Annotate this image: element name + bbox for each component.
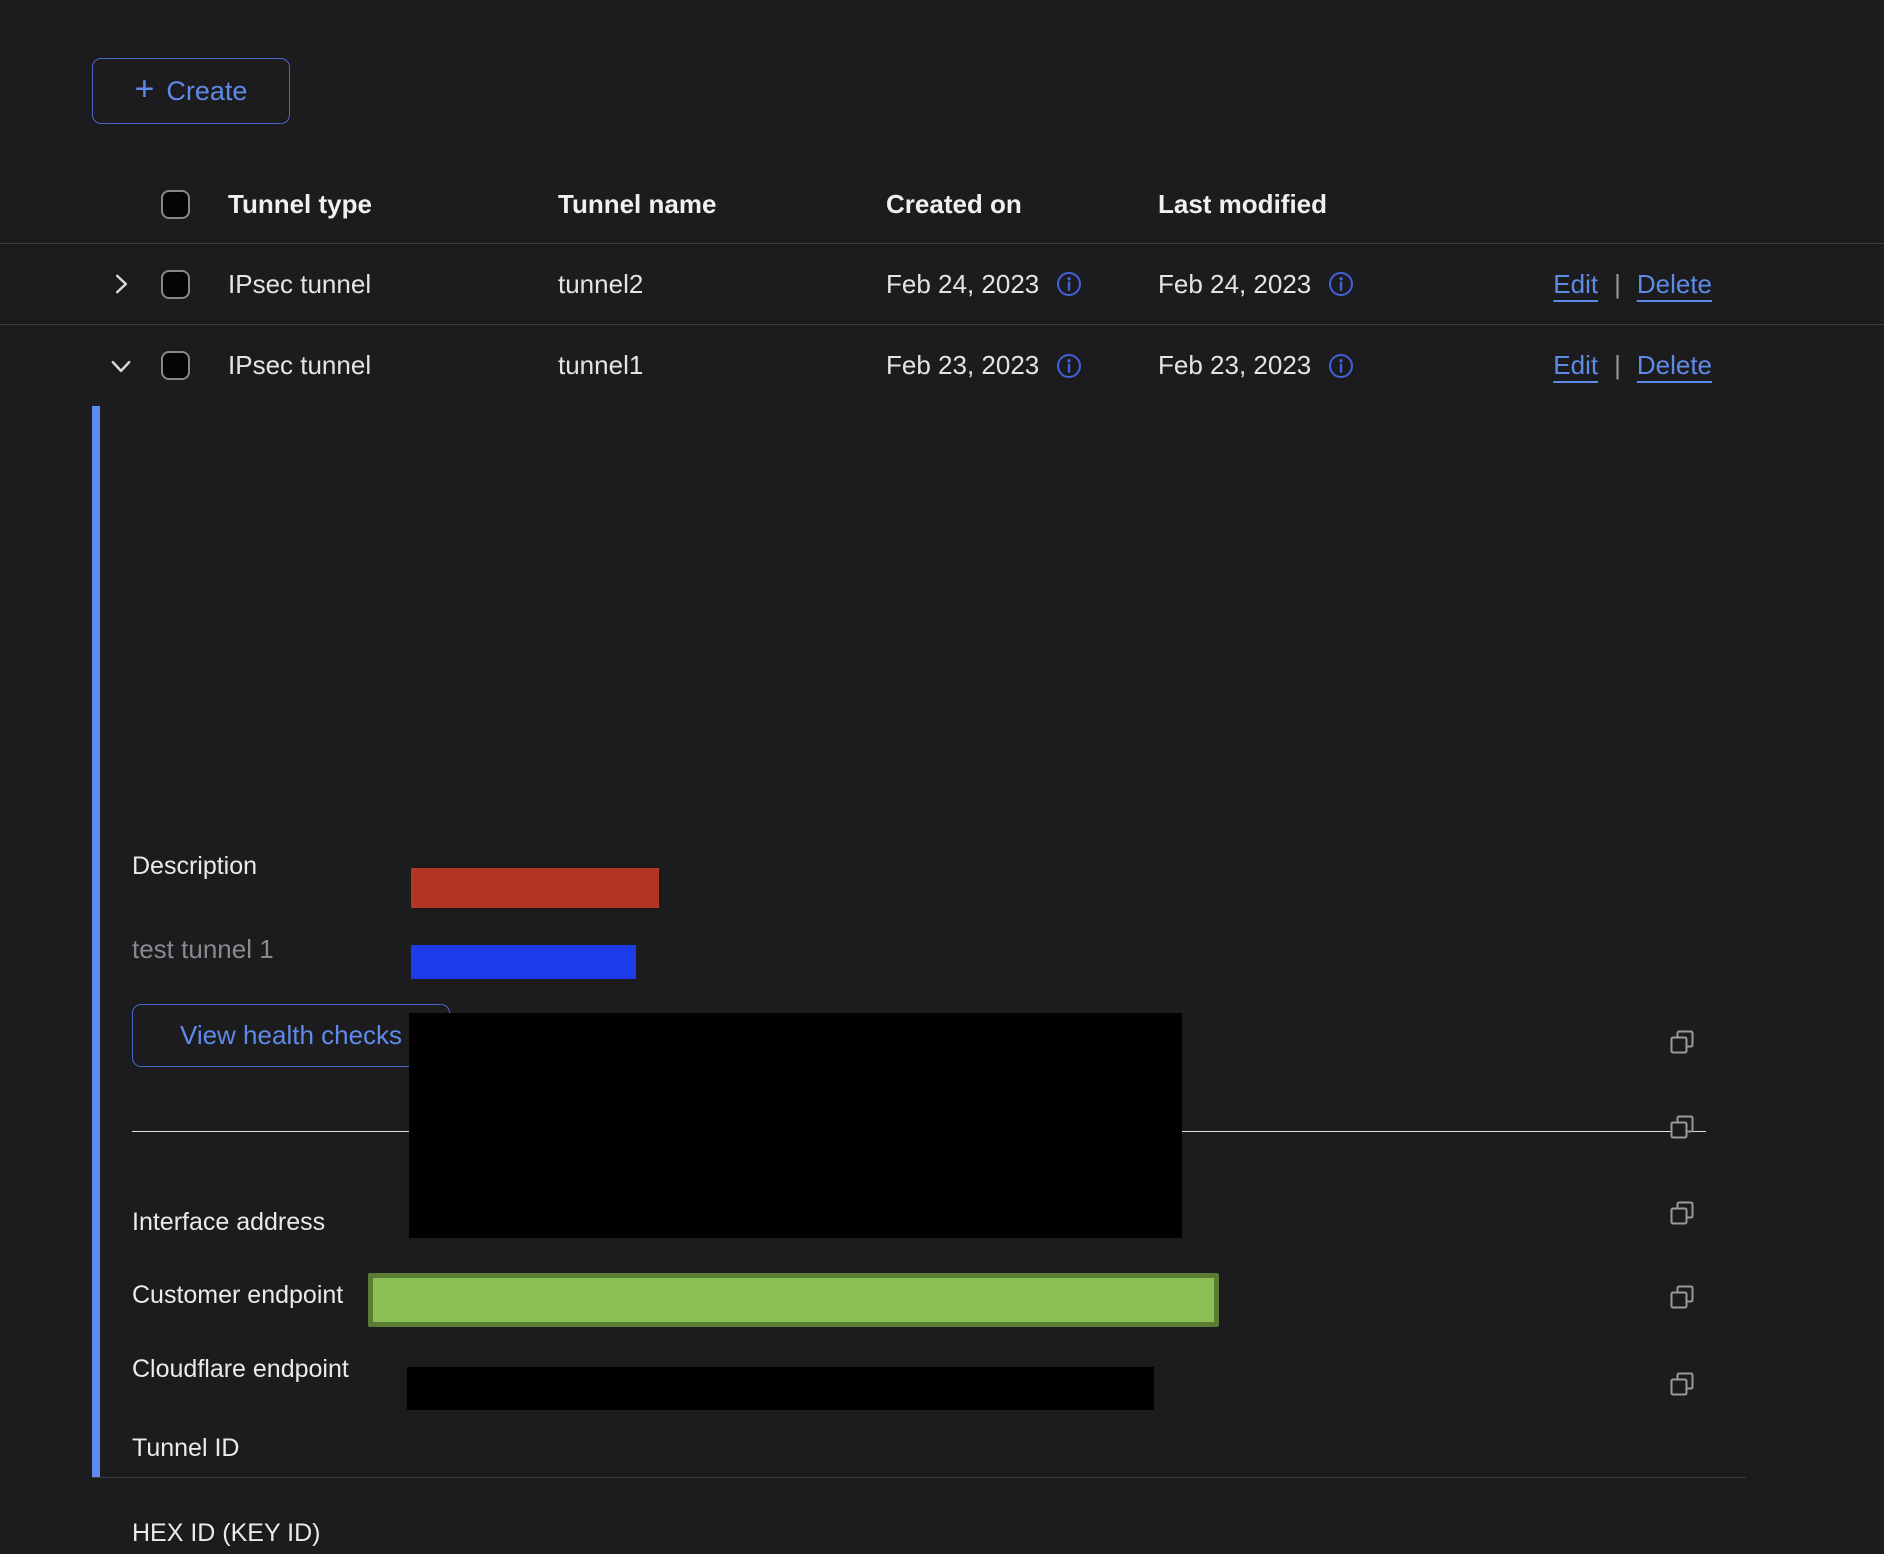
last-modified-cell: Feb 24, 2023 bbox=[1158, 244, 1354, 324]
last-modified-value: Feb 24, 2023 bbox=[1158, 269, 1311, 300]
create-button-label: Create bbox=[166, 76, 247, 107]
cloudflare-endpoint-label: Cloudflare endpoint bbox=[132, 1354, 349, 1384]
chevron-down-icon bbox=[108, 353, 134, 379]
customer-endpoint-label: Customer endpoint bbox=[132, 1280, 343, 1310]
info-icon[interactable] bbox=[1328, 271, 1354, 297]
copy-icon bbox=[1668, 1028, 1696, 1056]
copy-icon bbox=[1668, 1113, 1696, 1141]
select-all-cell bbox=[161, 166, 191, 243]
copy-icon bbox=[1668, 1283, 1696, 1311]
tunnel-id-label: Tunnel ID bbox=[132, 1433, 239, 1463]
row-checkbox-cell bbox=[161, 244, 191, 324]
last-modified-value: Feb 23, 2023 bbox=[1158, 350, 1311, 381]
action-separator: | bbox=[1614, 269, 1621, 300]
column-header-tunnel-type: Tunnel type bbox=[228, 166, 372, 243]
copy-key-id-button[interactable] bbox=[1668, 1199, 1696, 1227]
tunnel-type-cell: IPsec tunnel bbox=[228, 325, 371, 406]
copy-tunnel-id-button[interactable] bbox=[1668, 1028, 1696, 1056]
plus-icon: + bbox=[135, 72, 155, 106]
delete-link[interactable]: Delete bbox=[1637, 350, 1712, 381]
collapse-row-button[interactable] bbox=[104, 325, 138, 406]
ids-redacted-values bbox=[409, 1013, 1182, 1238]
created-on-cell: Feb 24, 2023 bbox=[886, 244, 1082, 324]
tunnels-page: + Create Tunnel type Tunnel name Created… bbox=[0, 0, 1884, 1554]
table-row: IPsec tunnel tunnel2 Feb 24, 2023 Feb 24… bbox=[0, 244, 1884, 325]
column-header-tunnel-name: Tunnel name bbox=[558, 166, 716, 243]
user-id-redacted-value bbox=[407, 1367, 1154, 1410]
row-checkbox[interactable] bbox=[161, 270, 190, 299]
info-icon[interactable] bbox=[1328, 353, 1354, 379]
row-actions: Edit | Delete bbox=[1553, 244, 1712, 324]
hex-id-label: HEX ID (KEY ID) bbox=[132, 1518, 320, 1548]
copy-hex-id-button[interactable] bbox=[1668, 1113, 1696, 1141]
created-on-value: Feb 23, 2023 bbox=[886, 350, 1039, 381]
info-icon[interactable] bbox=[1056, 271, 1082, 297]
last-modified-cell: Feb 23, 2023 bbox=[1158, 325, 1354, 406]
cloudflare-endpoint-redacted-value bbox=[411, 945, 636, 979]
delete-link[interactable]: Delete bbox=[1637, 269, 1712, 300]
customer-endpoint-redacted-value bbox=[411, 868, 659, 908]
chevron-right-icon bbox=[108, 271, 134, 297]
edit-link[interactable]: Edit bbox=[1553, 350, 1598, 381]
row-actions: Edit | Delete bbox=[1553, 325, 1712, 406]
panel-accent-bar bbox=[92, 406, 100, 1477]
info-icon[interactable] bbox=[1056, 353, 1082, 379]
view-health-checks-button[interactable]: View health checks bbox=[132, 1004, 450, 1067]
edit-link[interactable]: Edit bbox=[1553, 269, 1598, 300]
tunnel-type-cell: IPsec tunnel bbox=[228, 244, 371, 324]
copy-user-id-button[interactable] bbox=[1668, 1370, 1696, 1398]
panel-bottom-divider bbox=[92, 1477, 1746, 1478]
action-separator: | bbox=[1614, 350, 1621, 381]
row-checkbox[interactable] bbox=[161, 351, 190, 380]
copy-icon bbox=[1668, 1370, 1696, 1398]
copy-icon bbox=[1668, 1199, 1696, 1227]
created-on-value: Feb 24, 2023 bbox=[886, 269, 1039, 300]
tunnel-name-cell: tunnel1 bbox=[558, 325, 643, 406]
interface-address-label: Interface address bbox=[132, 1207, 325, 1237]
description-value: test tunnel 1 bbox=[132, 934, 274, 964]
row-checkbox-cell bbox=[161, 325, 191, 406]
created-on-cell: Feb 23, 2023 bbox=[886, 325, 1082, 406]
column-header-created-on: Created on bbox=[886, 166, 1022, 243]
description-label: Description bbox=[132, 851, 257, 881]
table-header: Tunnel type Tunnel name Created on Last … bbox=[0, 166, 1884, 244]
table-row: IPsec tunnel tunnel1 Feb 23, 2023 Feb 23… bbox=[0, 325, 1884, 406]
copy-fqdn-id-button[interactable] bbox=[1668, 1283, 1696, 1311]
expand-row-button[interactable] bbox=[104, 244, 138, 324]
fqdn-id-redacted-value bbox=[368, 1273, 1219, 1327]
tunnel-name-cell: tunnel2 bbox=[558, 244, 643, 324]
column-header-last-modified: Last modified bbox=[1158, 166, 1327, 243]
tunnel-detail-panel: Description test tunnel 1 View health ch… bbox=[0, 406, 1884, 1478]
create-button[interactable]: + Create bbox=[92, 58, 290, 124]
select-all-checkbox[interactable] bbox=[161, 190, 190, 219]
